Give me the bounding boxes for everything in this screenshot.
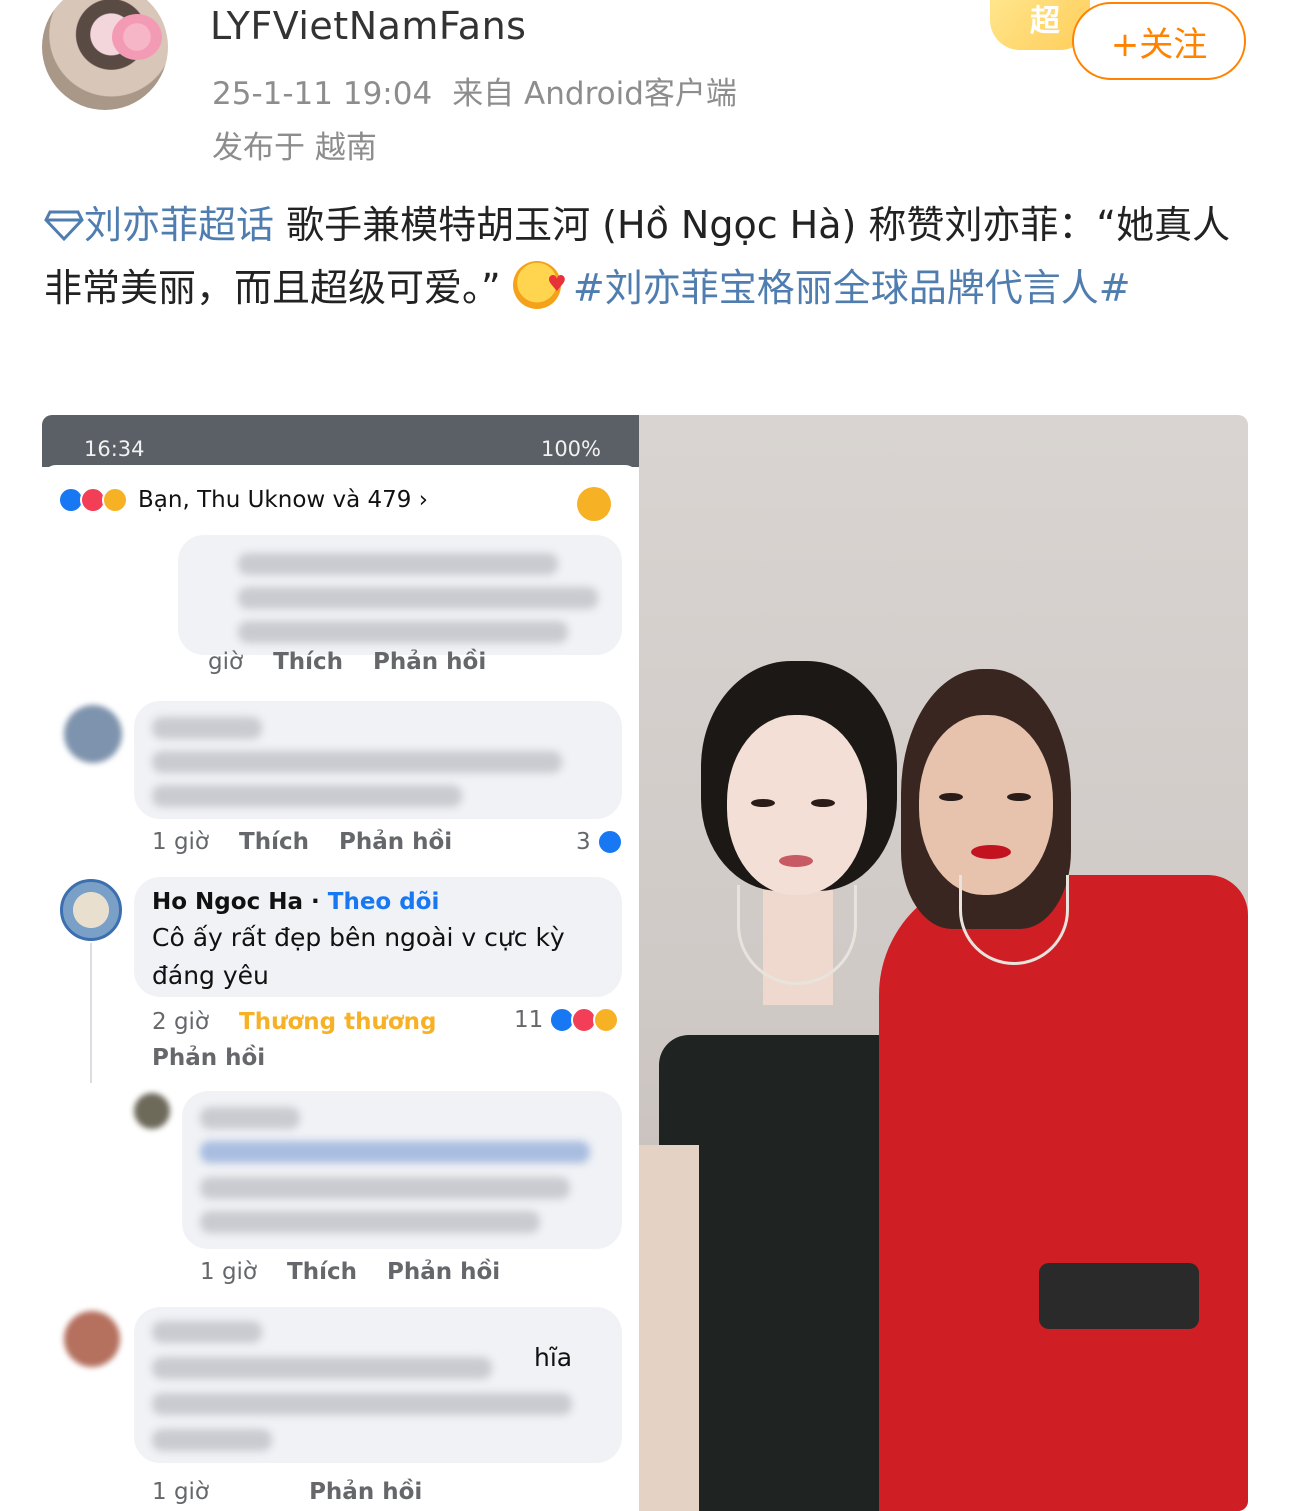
comment-bubble [182, 1091, 622, 1249]
reply-link[interactable]: Phản hồi [309, 1479, 422, 1505]
comment-time: giờ [208, 649, 244, 675]
battery-status: 100% [540, 437, 601, 461]
reactions-text: Bạn, Thu Uknow và 479 [138, 487, 412, 513]
username[interactable]: LYFVietNamFans [210, 4, 526, 48]
like-link[interactable]: Thích [287, 1259, 357, 1285]
facebook-screenshot: 16:34 100% Bạn, Thu Uknow và 479 › giờ Th… [42, 415, 639, 1511]
reaction-count-value: 11 [514, 1007, 544, 1033]
like-link[interactable]: Thích [239, 829, 309, 855]
like-link[interactable] [239, 1479, 279, 1505]
comment-time: 2 giờ [152, 1009, 210, 1035]
reactions-summary: Bạn, Thu Uknow và 479 › [58, 487, 428, 513]
care-reaction-icon [593, 1007, 620, 1033]
diamond-icon [44, 210, 84, 242]
user-avatar[interactable] [42, 0, 168, 110]
care-reaction-icon [102, 487, 128, 513]
lips [779, 855, 813, 867]
eye [811, 799, 835, 807]
comments-sheet: Bạn, Thu Uknow và 479 › giờ Thích Phản hồi… [42, 465, 639, 1511]
comment-time: 1 giờ [200, 1259, 258, 1285]
commenter-avatar [134, 1093, 170, 1129]
smiling-face-with-hearts-icon [512, 253, 567, 316]
eye [751, 799, 775, 807]
commenter-avatar [64, 705, 122, 763]
post-meta: 25-1-11 19:04 来自 Android客户端 [212, 68, 737, 113]
post-datetime: 25-1-11 19:04 [212, 76, 433, 112]
commenter-name[interactable]: Ho Ngoc Ha [152, 889, 303, 915]
reply-link[interactable]: Phản hồi [387, 1259, 500, 1285]
person-left-arm [639, 1145, 699, 1511]
comment-actions: 1 giờ Thích Phản hồi [152, 829, 482, 855]
post-body: 刘亦菲超话 歌手兼模特胡玉河 (Hồ Ngọc Hà) 称赞刘亦菲：“她真人非常… [44, 194, 1254, 320]
status-bar: 16:34 100% [42, 415, 639, 467]
post-image[interactable]: 16:34 100% Bạn, Thu Uknow và 479 › giờ Th… [42, 415, 1248, 1511]
follow-link[interactable]: Theo dõi [328, 889, 440, 915]
reaction-count: 11 [514, 1007, 620, 1033]
clutch-bag [1039, 1263, 1199, 1329]
comment-partial-text: hĩa [534, 1343, 573, 1372]
comment-bubble: hĩa [134, 1307, 622, 1463]
eye [939, 793, 963, 801]
avatar-flowers [112, 14, 162, 60]
hnh-comment-text: Cô ấy rất đẹp bên ngoài v cực kỳ đáng yê… [152, 923, 565, 990]
care-reaction-icon [577, 487, 611, 521]
event-photo [639, 415, 1248, 1511]
reaction-count: 3 [576, 829, 623, 855]
hashtag-link[interactable]: #刘亦菲宝格丽全球品牌代言人# [573, 266, 1131, 310]
person-left-face [727, 715, 867, 895]
person-right-dress [879, 875, 1248, 1511]
comment-time: 1 giờ [152, 829, 210, 855]
necklace [737, 885, 857, 985]
commenter-avatar [64, 1311, 120, 1367]
chevron-right-icon: › [411, 487, 428, 513]
topic-link[interactable]: 刘亦菲超话 [84, 203, 274, 247]
status-time: 16:34 [84, 437, 145, 461]
comment-bubble [134, 701, 622, 819]
reply-link[interactable]: Phản hồi [373, 649, 486, 675]
lips [971, 845, 1011, 859]
hnh-comment-actions: 2 giờ Thương thương [152, 1009, 466, 1035]
user-reaction[interactable]: Thương thương [239, 1009, 436, 1035]
comment-actions: 1 giờ Phản hồi [152, 1479, 452, 1505]
comment-actions: 1 giờ Thích Phản hồi [200, 1259, 530, 1285]
hnh-name-row: Ho Ngoc Ha · Theo dõi [152, 889, 440, 915]
comment-actions: giờ Thích Phản hồi [208, 649, 516, 675]
person-right-face [919, 715, 1053, 895]
post-location: 发布于 越南 [212, 130, 377, 166]
like-reaction-icon [596, 829, 623, 855]
post-source: 来自 Android客户端 [452, 76, 737, 112]
hnh-avatar[interactable] [60, 879, 122, 941]
comment-bubble [178, 535, 622, 655]
reaction-count-value: 3 [576, 829, 591, 855]
thread-line [90, 943, 92, 1083]
hnh-reply-row: Phản hồi [152, 1045, 295, 1071]
comment-time: 1 giờ [152, 1479, 210, 1505]
reply-link[interactable]: Phản hồi [339, 829, 452, 855]
follow-button[interactable]: +关注 [1072, 2, 1246, 80]
super-badge-label: 超 [1030, 4, 1060, 39]
like-link[interactable]: Thích [273, 649, 343, 675]
reply-link[interactable]: Phản hồi [152, 1045, 265, 1071]
eye [1007, 793, 1031, 801]
